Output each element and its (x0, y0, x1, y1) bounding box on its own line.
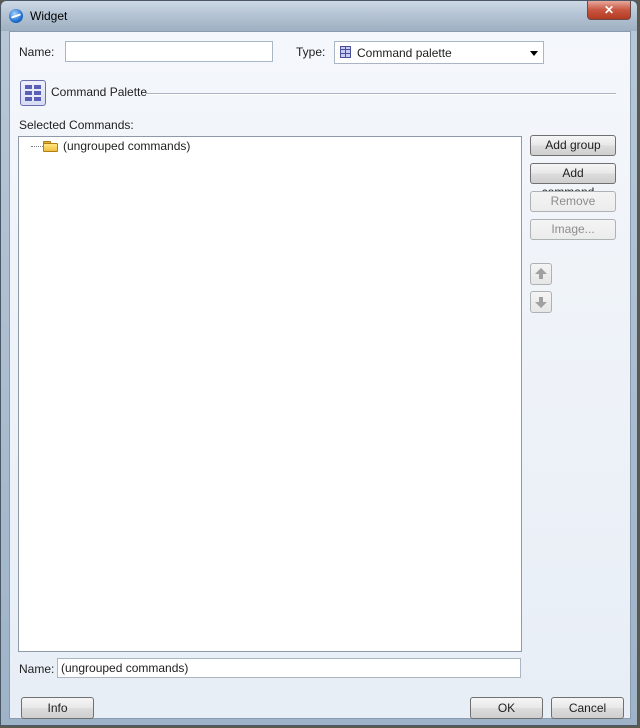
item-name-input[interactable] (57, 658, 521, 678)
folder-icon (43, 141, 58, 152)
type-label: Type: (296, 45, 326, 59)
section-title: Command Palette (51, 85, 148, 99)
arrow-down-icon (535, 302, 547, 308)
section-divider (146, 93, 616, 95)
add-group-button[interactable]: Add group (530, 135, 616, 156)
tree-connector (31, 146, 43, 147)
app-icon (9, 9, 23, 23)
move-up-button[interactable] (530, 263, 552, 285)
chevron-down-icon[interactable] (530, 51, 538, 56)
title-bar[interactable]: Widget ✕ (1, 1, 637, 31)
command-palette-large-icon (20, 80, 46, 106)
remove-button[interactable]: Remove (530, 191, 616, 212)
type-select-value: Command palette (357, 46, 452, 60)
commands-tree[interactable]: (ungrouped commands) (18, 136, 522, 652)
dialog-body: Name: Type: Command palette Command Pale… (9, 31, 631, 719)
tree-item-label: (ungrouped commands) (63, 139, 191, 153)
cancel-button[interactable]: Cancel (551, 697, 624, 719)
widget-dialog: Widget ✕ Name: Type: Command palette Com… (0, 0, 638, 726)
info-button[interactable]: Info (21, 697, 94, 719)
close-button[interactable]: ✕ (587, 1, 631, 20)
command-palette-icon (340, 46, 351, 58)
name-label: Name: (19, 45, 55, 59)
selected-commands-label: Selected Commands: (19, 118, 134, 132)
close-icon: ✕ (603, 3, 615, 17)
move-down-button[interactable] (530, 291, 552, 313)
ok-button[interactable]: OK (470, 697, 543, 719)
item-name-label: Name: (19, 662, 55, 676)
type-select[interactable]: Command palette (334, 41, 544, 64)
name-input[interactable] (65, 41, 273, 62)
add-command-button[interactable]: Add command... (530, 163, 616, 199)
image-button[interactable]: Image... (530, 219, 616, 240)
window-title: Widget (30, 9, 68, 23)
